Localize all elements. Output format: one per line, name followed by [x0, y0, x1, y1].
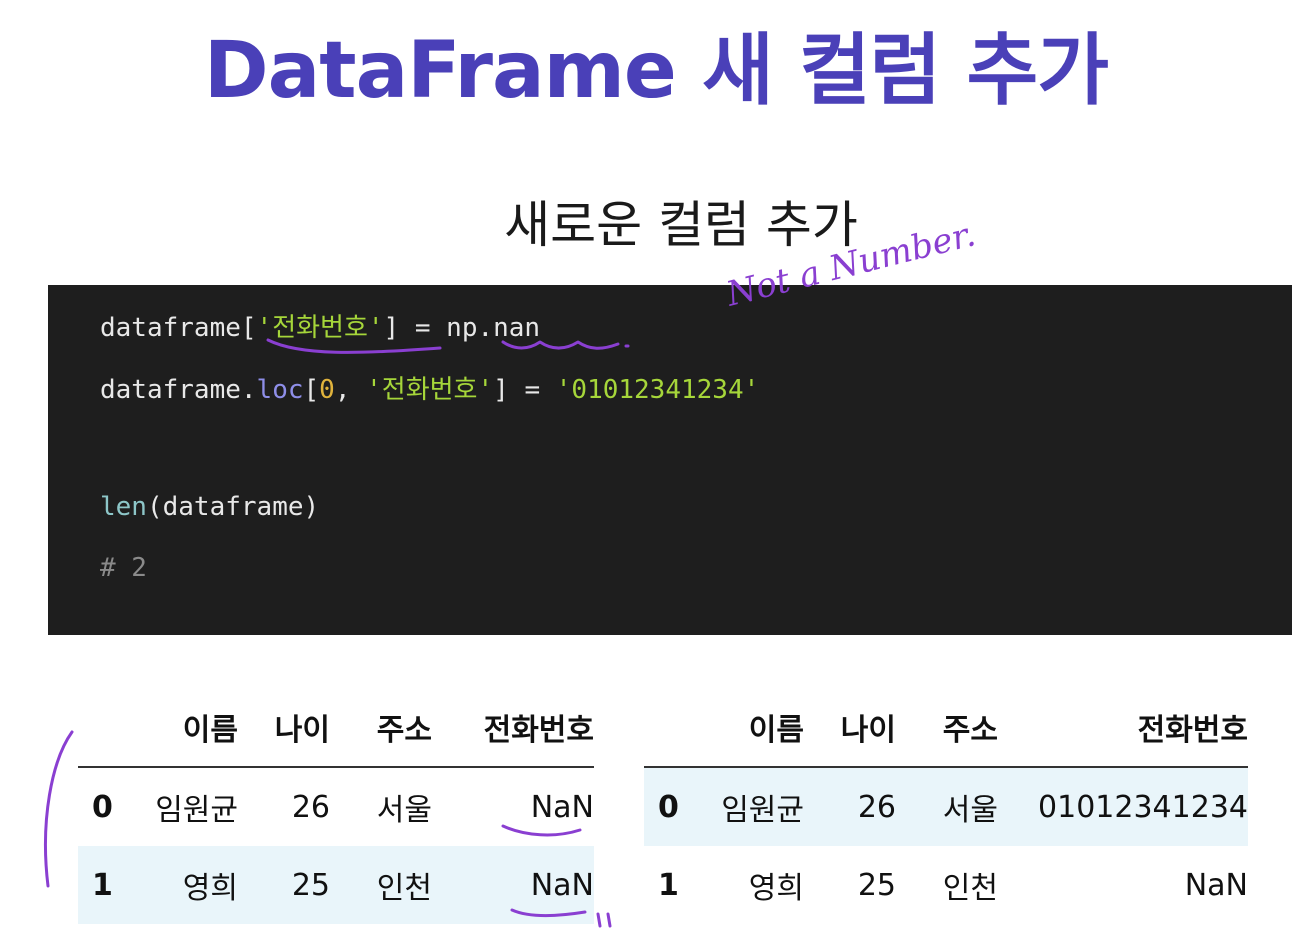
table-header-row: 이름 나이 주소 전화번호: [78, 688, 594, 767]
table-row: 0 임원균 26 서울 NaN: [78, 767, 594, 846]
table-header-cell: 이름: [748, 713, 804, 748]
table-header-cell: 나이: [274, 713, 330, 748]
code-method: loc: [256, 375, 304, 405]
table-header-row: 이름 나이 주소 전화번호: [644, 688, 1248, 767]
section-subtitle: 새로운 컬럼 추가: [504, 196, 858, 254]
code-token: (dataframe): [146, 492, 320, 522]
table-header-cell: 주소: [376, 713, 432, 748]
table-cell: 서울: [896, 767, 998, 846]
code-token: ] = np.nan: [383, 313, 541, 343]
table-cell: 영희: [748, 871, 804, 906]
code-token: dataframe.: [100, 375, 257, 405]
table-cell: 임원균: [155, 793, 238, 828]
code-line-1: dataframe['전화번호'] = np.nan: [100, 307, 540, 344]
table-cell: 26: [291, 789, 330, 825]
code-function: len: [100, 492, 147, 522]
code-string: '전화번호': [256, 313, 384, 343]
row-index: 1: [658, 867, 679, 903]
table-row: 1 영희 25 인천 NaN: [78, 846, 594, 924]
table-header-cell: [644, 688, 700, 767]
dataframe-table-after: 이름 나이 주소 전화번호 0 임원균 26 서울 01012341234 1 …: [644, 688, 1248, 924]
ditto-mark: [596, 912, 612, 928]
code-comment: # 2: [100, 553, 147, 583]
table-header-cell: 전화번호: [1137, 713, 1248, 748]
table-cell: 01012341234: [998, 767, 1248, 846]
table-header-cell: 주소: [942, 713, 998, 748]
table-cell: NaN: [1184, 867, 1248, 903]
table-header-cell: 나이: [840, 713, 896, 748]
table-cell: 서울: [376, 793, 432, 828]
table-cell: 26: [804, 767, 896, 846]
dataframe-table-before: 이름 나이 주소 전화번호 0 임원균 26 서울 NaN 1 영희 25 인천…: [78, 688, 594, 924]
table-cell: 임원균: [700, 767, 804, 846]
table-cell: 영희: [134, 846, 238, 924]
table-row: 0 임원균 26 서울 01012341234: [644, 767, 1248, 846]
code-line-2: dataframe.loc[0, '전화번호'] = '01012341234': [100, 369, 759, 406]
code-line-3: len(dataframe): [100, 492, 319, 522]
table-cell: NaN: [530, 789, 594, 825]
code-block: dataframe['전화번호'] = np.nan dataframe.loc…: [48, 285, 1292, 635]
page-title: DataFrame 새 컬럼 추가: [203, 26, 1109, 116]
table-cell: 인천: [330, 846, 432, 924]
table-cell: NaN: [432, 846, 594, 924]
bracket-mark: [44, 730, 74, 888]
row-index: 0: [644, 767, 700, 846]
code-number: 0: [319, 375, 335, 405]
table-cell: 25: [857, 867, 896, 903]
table-cell: 25: [238, 846, 330, 924]
code-token: [: [303, 375, 320, 405]
table-header-cell: 전화번호: [483, 713, 594, 748]
row-index: 0: [92, 789, 113, 825]
row-index: 1: [78, 846, 134, 924]
table-row: 1 영희 25 인천 NaN: [644, 846, 1248, 924]
code-token: ] =: [493, 375, 556, 405]
table-header-cell: [78, 688, 134, 767]
code-string: '전화번호': [366, 375, 494, 405]
code-token: ,: [334, 375, 367, 405]
code-string: '01012341234': [555, 375, 760, 405]
table-header-cell: 이름: [182, 713, 238, 748]
table-cell: 인천: [942, 871, 998, 906]
code-token: dataframe[: [100, 313, 257, 343]
